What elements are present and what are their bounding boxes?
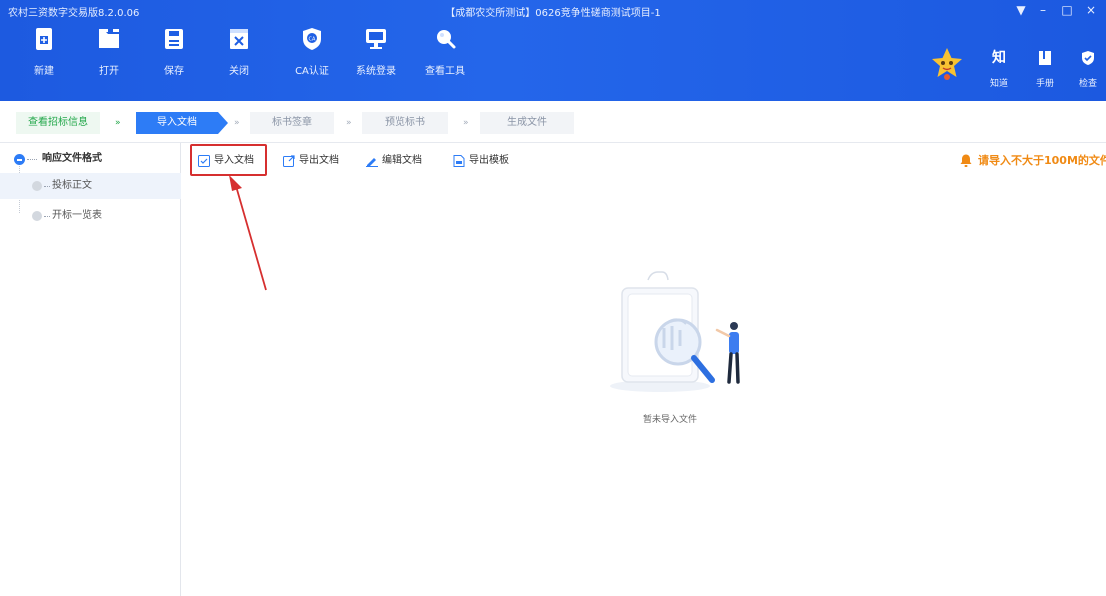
edit-icon	[366, 158, 378, 167]
close-window-button[interactable]: ×	[1082, 2, 1100, 18]
template-icon	[453, 155, 465, 167]
knowledge-button[interactable]: 知 知道	[984, 50, 1014, 89]
maximize-button[interactable]: □	[1058, 2, 1076, 18]
open-folder-icon	[99, 29, 119, 48]
check-button[interactable]: 检查	[1073, 50, 1103, 89]
tree-connector	[44, 216, 50, 217]
close-file-button[interactable]: 关闭	[214, 26, 264, 90]
bell-icon	[960, 154, 972, 167]
edit-document-label: 编辑文档	[382, 155, 422, 166]
system-login-button[interactable]: 系统登录	[351, 26, 401, 90]
check-shield-icon	[1082, 51, 1094, 65]
tree-connector	[27, 159, 37, 160]
open-label: 打开	[99, 66, 119, 77]
node-dot-icon	[32, 181, 42, 191]
tree-connector	[44, 186, 50, 187]
node-dot-icon	[32, 211, 42, 221]
step-import-document[interactable]: 导入文档	[136, 112, 228, 134]
title-bar: 农村三资数字交易版8.2.0.06 【成都农交所测试】0626竞争性磋商测试项目…	[0, 0, 1106, 20]
tree-item-opening-list[interactable]: 开标一览表	[0, 203, 181, 229]
ca-shield-icon: CA	[303, 28, 321, 50]
step-separator: »	[234, 118, 240, 128]
menu-dropdown-button[interactable]: ▼	[1012, 2, 1030, 18]
step-separator: »	[115, 118, 121, 128]
top-bar: 农村三资数字交易版8.2.0.06 【成都农交所测试】0626竞争性磋商测试项目…	[0, 0, 1106, 101]
step-separator: »	[463, 118, 469, 128]
knowledge-label: 知道	[989, 79, 1008, 89]
tree-item-label: 开标一览表	[52, 210, 102, 221]
close-file-label: 关闭	[229, 66, 249, 77]
document-title: 【成都农交所测试】0626竞争性磋商测试项目-1	[445, 8, 661, 19]
save-icon	[165, 29, 183, 49]
new-file-icon	[36, 28, 52, 50]
new-label: 新建	[34, 66, 54, 77]
view-tools-button[interactable]: 查看工具	[420, 26, 470, 90]
monitor-icon	[366, 29, 386, 49]
tree-root-response-format[interactable]: 响应文件格式	[0, 147, 181, 171]
annotation-highlight-box	[190, 144, 267, 176]
export-document-label: 导出文档	[299, 155, 339, 166]
save-label: 保存	[164, 66, 184, 77]
ca-auth-label: CA认证	[295, 66, 329, 77]
knowledge-icon: 知	[992, 50, 1006, 66]
manual-label: 手册	[1035, 79, 1054, 89]
svg-text:CA: CA	[309, 37, 316, 43]
tree-root-label: 响应文件格式	[42, 153, 102, 164]
sidebar-tree: 响应文件格式 投标正文 开标一览表	[0, 143, 181, 596]
step-sign-bid[interactable]: 标书签章	[250, 112, 334, 134]
step-preview-bid[interactable]: 预览标书	[362, 112, 448, 134]
manual-icon	[1039, 51, 1051, 65]
ca-auth-button[interactable]: CA CA认证	[287, 26, 337, 90]
step-generate-file[interactable]: 生成文件	[480, 112, 574, 134]
mascot-star-icon[interactable]	[928, 46, 966, 84]
minimize-button[interactable]: –	[1034, 2, 1052, 18]
export-icon	[283, 155, 295, 167]
empty-state-illustration	[610, 271, 740, 392]
notice-text: 请导入不大于100M的文件	[978, 154, 1106, 167]
check-label: 检查	[1078, 79, 1097, 89]
collapse-icon[interactable]	[14, 154, 25, 165]
step-separator: »	[346, 118, 352, 128]
view-tools-label: 查看工具	[425, 66, 465, 77]
close-file-icon	[230, 29, 248, 49]
tree-item-label: 投标正文	[52, 180, 92, 191]
step-bar: 查看招标信息 » 导入文档 » 标书签章 » 预览标书 » 生成文件	[0, 101, 1106, 143]
manual-button[interactable]: 手册	[1030, 50, 1060, 89]
export-template-label: 导出模板	[469, 155, 509, 166]
new-button[interactable]: 新建	[19, 26, 69, 90]
open-button[interactable]: 打开	[84, 26, 134, 90]
save-button[interactable]: 保存	[149, 26, 199, 90]
search-icon	[437, 30, 456, 49]
empty-state-text: 暂未导入文件	[642, 415, 697, 425]
tree-item-bid-body[interactable]: 投标正文	[0, 173, 181, 199]
step-view-tender-info[interactable]: 查看招标信息	[16, 112, 100, 134]
system-login-label: 系统登录	[356, 66, 396, 77]
